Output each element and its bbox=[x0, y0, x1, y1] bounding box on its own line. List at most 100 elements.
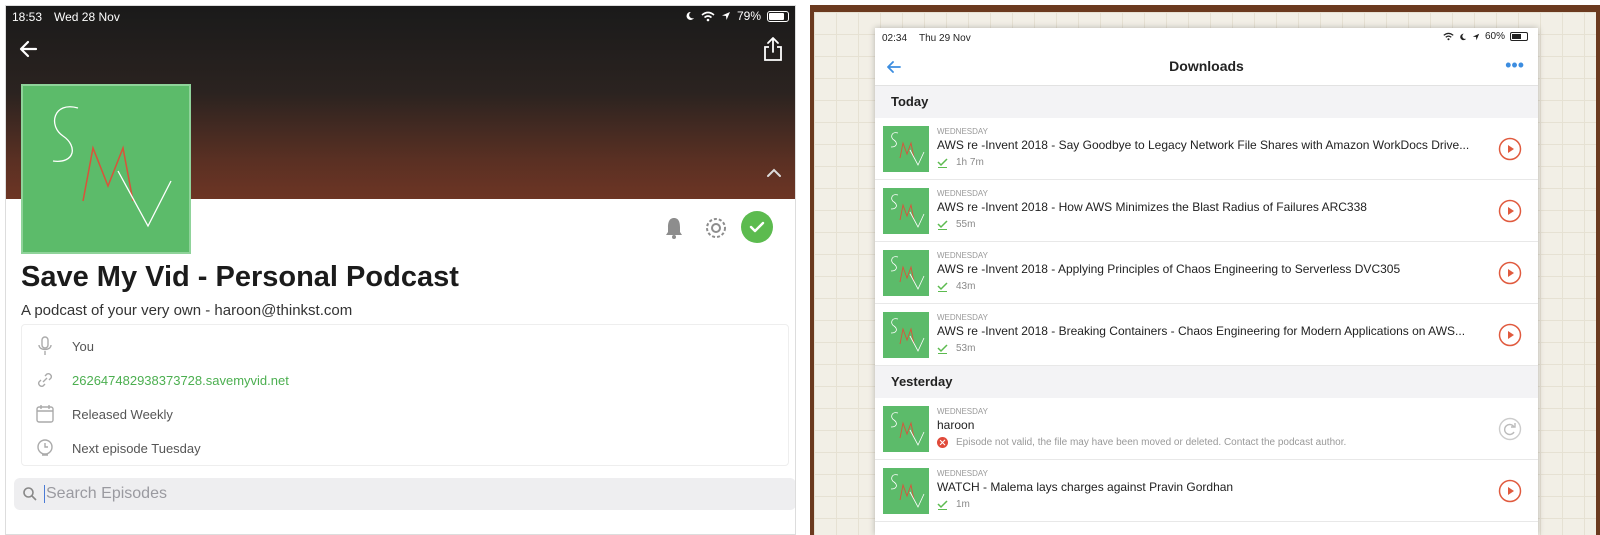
wifi-icon bbox=[701, 11, 715, 21]
subscribed-check-button[interactable] bbox=[741, 211, 773, 243]
screenshot-root: 18:53 Wed 28 Nov 79% Save My Vid - Perso… bbox=[0, 0, 1600, 535]
episode-duration: 1h 7m bbox=[937, 157, 984, 168]
play-icon[interactable] bbox=[1498, 199, 1522, 223]
downloaded-check-icon bbox=[937, 344, 948, 354]
meta-text: Episode not valid, the file may have bee… bbox=[956, 437, 1347, 448]
podcast-info-card: You 262647482938373728.savemyvid.net Rel… bbox=[21, 324, 789, 466]
chevron-up-icon[interactable] bbox=[765, 166, 783, 180]
play-icon[interactable] bbox=[1498, 323, 1522, 347]
smv-logo bbox=[890, 318, 925, 352]
episode-title: AWS re -Invent 2018 - Applying Principle… bbox=[937, 262, 1401, 276]
info-row-schedule: Released Weekly bbox=[22, 397, 788, 431]
battery-icon bbox=[1510, 32, 1528, 41]
location-icon bbox=[1472, 33, 1480, 40]
episode-thumbnail bbox=[883, 188, 929, 234]
wifi-icon bbox=[1443, 32, 1454, 41]
smv-logo bbox=[890, 256, 925, 290]
episode-day: WEDNESDAY bbox=[937, 407, 988, 416]
section-header: Yesterday bbox=[875, 366, 1538, 398]
episode-duration: 53m bbox=[937, 343, 975, 354]
play-icon[interactable] bbox=[1498, 261, 1522, 285]
podcast-artwork bbox=[21, 84, 191, 254]
author-text: You bbox=[72, 338, 94, 354]
podcast-subtitle: A podcast of your very own - haroon@thin… bbox=[21, 302, 353, 319]
episode-thumbnail bbox=[883, 250, 929, 296]
meta-text: 43m bbox=[956, 281, 976, 292]
download-item[interactable]: WEDNESDAY haroon Episode not valid, the fi… bbox=[875, 398, 1538, 460]
status-date: Thu 29 Nov bbox=[919, 33, 971, 44]
moon-icon bbox=[686, 11, 694, 20]
podcast-detail-panel: 18:53 Wed 28 Nov 79% Save My Vid - Perso… bbox=[5, 5, 796, 535]
episode-duration: 55m bbox=[937, 219, 975, 230]
calendar-icon bbox=[36, 405, 54, 423]
episode-duration: 1m bbox=[937, 499, 970, 510]
downloads-panel: 02:34 Thu 29 Nov 60% Downloads ••• Today… bbox=[875, 28, 1538, 535]
download-item[interactable]: WEDNESDAY AWS re -Invent 2018 - Say Goodb… bbox=[875, 118, 1538, 180]
episode-title: AWS re -Invent 2018 - Breaking Container… bbox=[937, 324, 1466, 338]
schedule-text: Released Weekly bbox=[72, 406, 173, 422]
location-icon bbox=[721, 12, 730, 20]
episode-day: WEDNESDAY bbox=[937, 469, 988, 478]
error-icon bbox=[937, 437, 948, 448]
podcast-actions bbox=[661, 211, 791, 247]
status-date: Wed 28 Nov bbox=[54, 10, 120, 24]
notification-bell-icon[interactable] bbox=[661, 215, 687, 241]
battery-percent: 79% bbox=[736, 9, 761, 23]
battery-percent: 60% bbox=[1484, 31, 1505, 42]
search-icon bbox=[23, 487, 37, 501]
status-indicators: 79% bbox=[685, 9, 789, 23]
settings-gear-icon[interactable] bbox=[703, 215, 729, 241]
downloaded-check-icon bbox=[937, 500, 948, 510]
downloaded-check-icon bbox=[937, 220, 948, 230]
meta-text: 53m bbox=[956, 343, 976, 354]
smv-logo bbox=[890, 474, 925, 508]
download-item[interactable]: WEDNESDAY WATCH - Malema lays charges aga… bbox=[875, 460, 1538, 522]
share-icon[interactable] bbox=[761, 36, 785, 62]
status-time: 02:34 bbox=[882, 33, 908, 44]
smv-logo bbox=[52, 106, 172, 228]
text-caret bbox=[44, 485, 45, 503]
episode-title: AWS re -Invent 2018 - Say Goodbye to Leg… bbox=[937, 138, 1470, 152]
more-options-button[interactable]: ••• bbox=[1505, 56, 1524, 74]
status-bar: 02:34 Thu 29 Nov 60% bbox=[875, 28, 1538, 48]
smv-logo bbox=[890, 412, 925, 446]
episode-day: WEDNESDAY bbox=[937, 313, 988, 322]
page-title: Downloads bbox=[1169, 58, 1244, 74]
back-arrow-icon[interactable] bbox=[16, 36, 42, 62]
next-episode-text: Next episode Tuesday bbox=[72, 440, 201, 456]
episode-thumbnail bbox=[883, 126, 929, 172]
download-item[interactable]: WEDNESDAY AWS re -Invent 2018 - Breaking … bbox=[875, 304, 1538, 366]
episode-error: Episode not valid, the file may have bee… bbox=[937, 437, 1346, 448]
episode-title: haroon bbox=[937, 418, 975, 432]
meta-text: 1h 7m bbox=[956, 157, 984, 168]
episode-day: WEDNESDAY bbox=[937, 189, 988, 198]
download-item[interactable]: WEDNESDAY AWS re -Invent 2018 - Applying … bbox=[875, 242, 1538, 304]
episode-title: WATCH - Malema lays charges against Prav… bbox=[937, 480, 1234, 494]
checkmark-icon bbox=[749, 221, 765, 233]
retry-icon[interactable] bbox=[1498, 417, 1522, 441]
feed-link[interactable]: 262647482938373728.savemyvid.net bbox=[72, 373, 289, 388]
episode-thumbnail bbox=[883, 406, 929, 452]
section-header: Today bbox=[875, 86, 1538, 118]
downloaded-check-icon bbox=[937, 158, 948, 168]
info-row-next-episode: Next episode Tuesday bbox=[22, 431, 788, 465]
episode-thumbnail bbox=[883, 312, 929, 358]
podcast-title: Save My Vid - Personal Podcast bbox=[21, 261, 459, 293]
status-bar: 18:53 Wed 28 Nov 79% bbox=[6, 6, 795, 28]
search-episodes-input[interactable] bbox=[46, 485, 746, 503]
download-item[interactable]: WEDNESDAY AWS re -Invent 2018 - How AWS M… bbox=[875, 180, 1538, 242]
meta-text: 55m bbox=[956, 219, 976, 230]
smv-logo bbox=[890, 194, 925, 228]
battery-icon bbox=[767, 10, 789, 22]
search-episodes-box[interactable] bbox=[14, 478, 795, 510]
info-row-link[interactable]: 262647482938373728.savemyvid.net bbox=[22, 363, 788, 397]
info-row-author: You bbox=[22, 329, 788, 363]
play-icon[interactable] bbox=[1498, 479, 1522, 503]
episode-title: AWS re -Invent 2018 - How AWS Minimizes … bbox=[937, 200, 1367, 214]
play-icon[interactable] bbox=[1498, 137, 1522, 161]
episode-day: WEDNESDAY bbox=[937, 127, 988, 136]
microphone-icon bbox=[38, 336, 52, 355]
link-icon bbox=[38, 373, 52, 387]
status-indicators: 60% bbox=[1443, 31, 1528, 42]
navigation-bar: Downloads ••• bbox=[875, 48, 1538, 86]
